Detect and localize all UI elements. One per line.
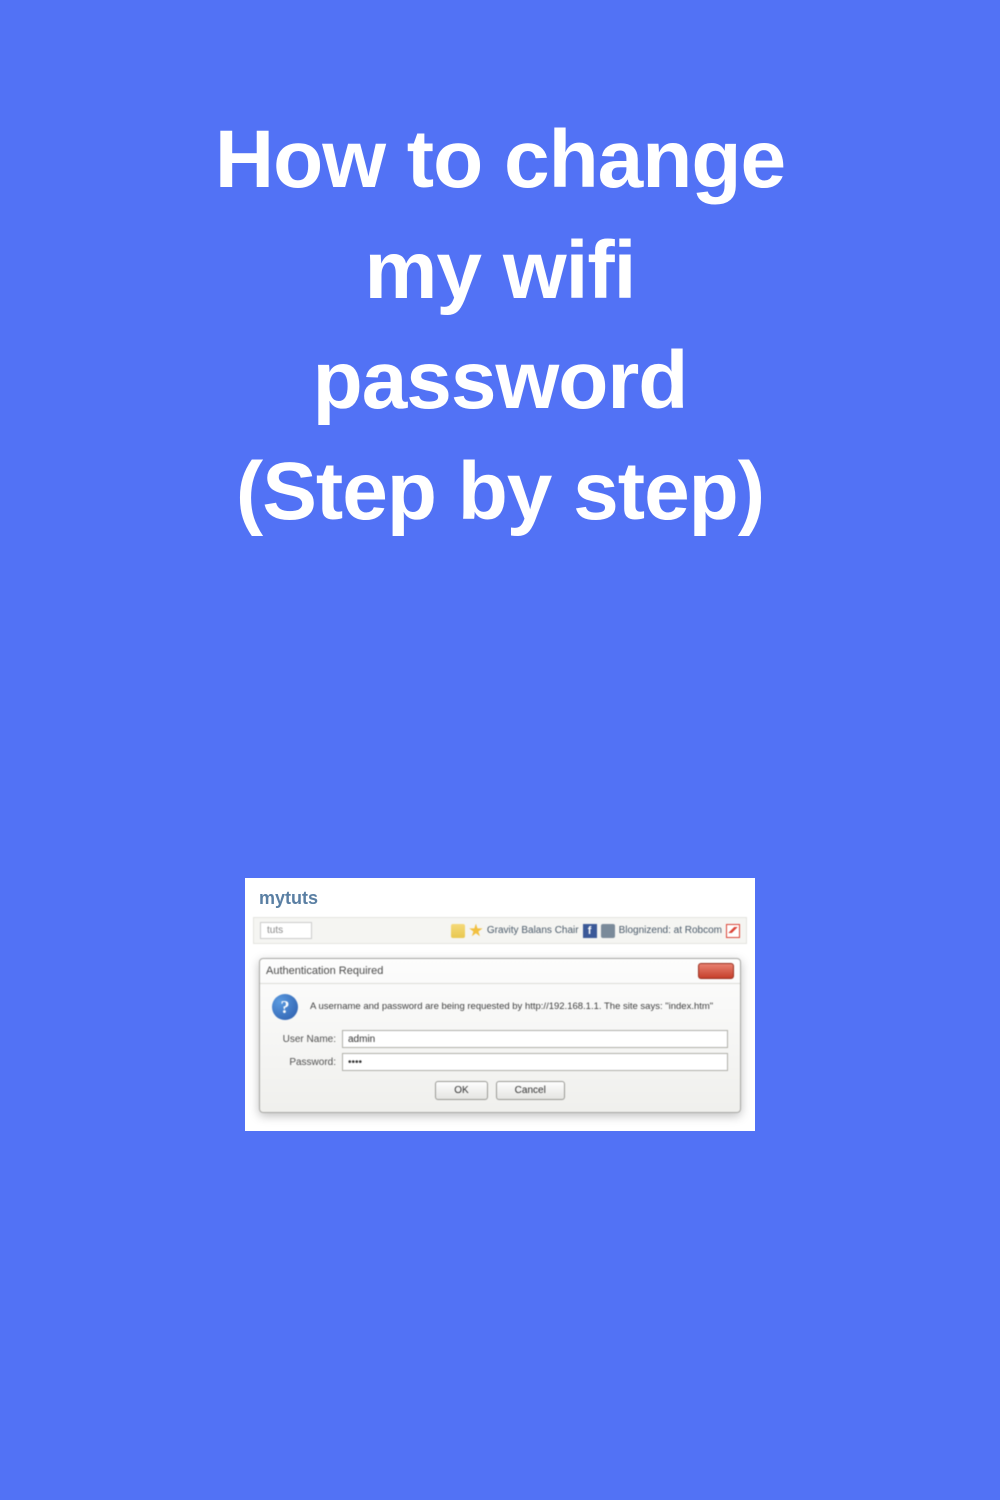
question-icon: ? bbox=[272, 994, 298, 1020]
close-button[interactable] bbox=[698, 963, 734, 979]
page-title: How to changemy wifipassword(Step by ste… bbox=[0, 0, 1000, 548]
star-icon bbox=[469, 924, 483, 938]
facebook-icon: f bbox=[583, 924, 597, 938]
ok-button[interactable]: OK bbox=[435, 1081, 487, 1100]
password-field[interactable]: •••• bbox=[342, 1053, 728, 1071]
dialog-message: A username and password are being reques… bbox=[310, 994, 713, 1013]
bookmark-label: Gravity Balans Chair bbox=[487, 925, 579, 936]
username-field[interactable]: admin bbox=[342, 1030, 728, 1048]
dialog-title-text: Authentication Required bbox=[266, 965, 383, 977]
password-label: Password: bbox=[272, 1057, 336, 1068]
gmail-icon bbox=[726, 924, 740, 938]
dialog-titlebar: Authentication Required bbox=[260, 959, 740, 984]
url-fragment: tuts bbox=[260, 922, 312, 939]
app-icon bbox=[601, 924, 615, 938]
cancel-button[interactable]: Cancel bbox=[496, 1081, 565, 1100]
bookmark-label-2: Blognizend: at Robcom bbox=[619, 925, 722, 936]
router-login-screenshot: mytuts tuts Gravity Balans Chair f Blogn… bbox=[245, 878, 755, 1131]
browser-toolbar: tuts Gravity Balans Chair f Blognizend: … bbox=[253, 917, 747, 944]
brand-label: mytuts bbox=[253, 888, 747, 909]
folder-icon bbox=[451, 924, 465, 938]
username-label: User Name: bbox=[272, 1034, 336, 1045]
auth-dialog: Authentication Required ? A username and… bbox=[259, 958, 741, 1113]
